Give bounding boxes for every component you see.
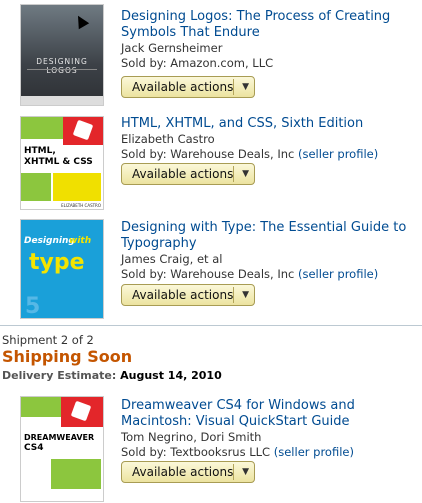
item-title[interactable]: Designing with Type: The Essential Guide… <box>121 220 417 252</box>
cover-text: Designing <box>24 236 75 246</box>
available-actions-button[interactable]: Available actions ▼ <box>121 76 255 98</box>
shipment-label: Shipment 2 of 2 <box>2 333 94 347</box>
book-cover-designing-with-type[interactable]: Designing with type 5 <box>20 219 104 319</box>
order-item: HTML, XHTML & CSS ELIZABETH CASTRO HTML,… <box>0 110 422 210</box>
available-actions-button[interactable]: Available actions ▼ <box>121 284 255 306</box>
book-cover-html-xhtml-css[interactable]: HTML, XHTML & CSS ELIZABETH CASTRO <box>20 116 104 210</box>
cover-text: XHTML & CSS <box>24 157 93 167</box>
cover-text: with <box>69 236 92 246</box>
cover-text: DESIGNING LOGOS <box>36 57 88 75</box>
item-title[interactable]: Dreamweaver CS4 for Windows and Macintos… <box>121 398 417 430</box>
seller-profile-link[interactable]: (seller profile) <box>298 267 378 281</box>
cover-text: DREAMWEAVER <box>24 433 95 442</box>
item-seller: Sold by: Amazon.com, LLC <box>121 56 274 70</box>
cover-text: HTML, <box>24 146 56 156</box>
order-item: DREAMWEAVER CS4 Dreamweaver CS4 for Wind… <box>0 388 422 503</box>
cursor-icon <box>72 12 90 30</box>
chevron-down-icon: ▼ <box>242 290 249 300</box>
item-author: James Craig, et al <box>121 252 223 266</box>
item-seller: Sold by: Warehouse Deals, Inc (seller pr… <box>121 147 379 161</box>
chevron-down-icon: ▼ <box>242 169 249 179</box>
chevron-down-icon: ▼ <box>242 82 249 92</box>
delivery-date: August 14, 2010 <box>120 369 222 382</box>
item-author: Jack Gernsheimer <box>121 41 223 55</box>
chevron-down-icon: ▼ <box>242 467 249 477</box>
item-seller: Sold by: Warehouse Deals, Inc (seller pr… <box>121 267 379 281</box>
order-item: Designing with type 5 Designing with Typ… <box>0 210 422 325</box>
item-title[interactable]: HTML, XHTML, and CSS, Sixth Edition <box>121 116 417 132</box>
cover-text: type <box>29 250 85 275</box>
available-actions-button[interactable]: Available actions ▼ <box>121 163 255 185</box>
book-cover-dreamweaver-cs4[interactable]: DREAMWEAVER CS4 <box>20 396 104 502</box>
item-author: Elizabeth Castro <box>121 132 215 146</box>
order-item: DESIGNING LOGOS Designing Logos: The Pro… <box>0 0 422 110</box>
delivery-estimate: Delivery Estimate: August 14, 2010 <box>2 369 222 382</box>
item-author: Tom Negrino, Dori Smith <box>121 430 262 444</box>
shipment-status: Shipping Soon <box>2 347 133 366</box>
cover-text: CS4 <box>24 443 44 453</box>
available-actions-button[interactable]: Available actions ▼ <box>121 461 255 483</box>
item-seller: Sold by: Textbooksrus LLC (seller profil… <box>121 445 354 459</box>
cover-author: ELIZABETH CASTRO <box>61 203 101 208</box>
seller-profile-link[interactable]: (seller profile) <box>274 445 354 459</box>
seller-profile-link[interactable]: (seller profile) <box>298 147 378 161</box>
book-cover-designing-logos[interactable]: DESIGNING LOGOS <box>20 4 104 106</box>
item-title[interactable]: Designing Logos: The Process of Creating… <box>121 9 417 41</box>
section-divider <box>0 325 422 326</box>
